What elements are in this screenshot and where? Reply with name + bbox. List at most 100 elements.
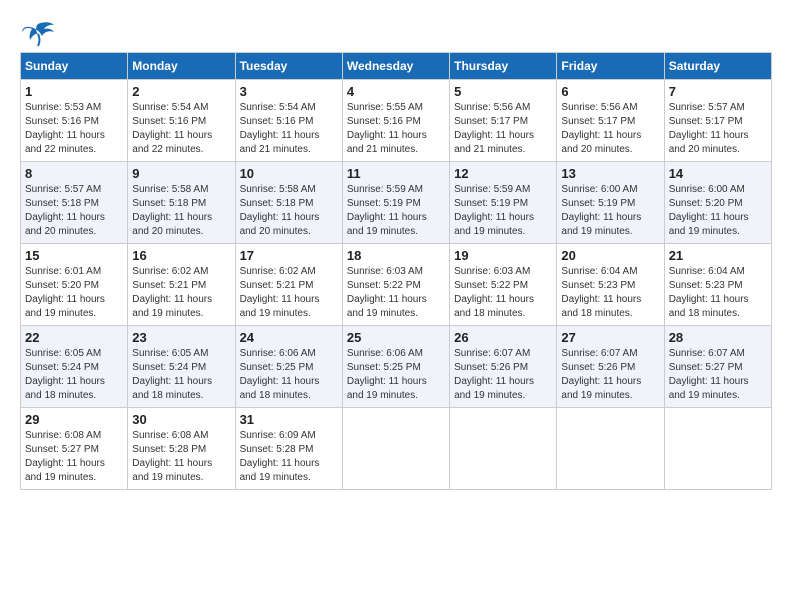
calendar-cell: 4 Sunrise: 5:55 AMSunset: 5:16 PMDaylight…: [342, 80, 449, 162]
day-info: Sunrise: 6:06 AMSunset: 5:25 PMDaylight:…: [240, 347, 338, 403]
day-info: Sunrise: 6:00 AMSunset: 5:20 PMDaylight:…: [669, 183, 767, 239]
calendar-cell: 25 Sunrise: 6:06 AMSunset: 5:25 PMDayligh…: [342, 326, 449, 408]
day-info: Sunrise: 5:58 AMSunset: 5:18 PMDaylight:…: [132, 183, 230, 239]
calendar-cell: 2 Sunrise: 5:54 AMSunset: 5:16 PMDaylight…: [128, 80, 235, 162]
calendar-cell: 30Sunrise: 6:08 AMSunset: 5:28 PMDayligh…: [128, 408, 235, 490]
calendar-cell: 27 Sunrise: 6:07 AMSunset: 5:26 PMDayligh…: [557, 326, 664, 408]
day-info: Sunrise: 6:08 AMSunset: 5:27 PMDaylight:…: [25, 429, 123, 485]
day-info: Sunrise: 5:57 AMSunset: 5:18 PMDaylight:…: [25, 183, 123, 239]
calendar-cell: 1 Sunrise: 5:53 AMSunset: 5:16 PMDaylight…: [21, 80, 128, 162]
day-info: Sunrise: 6:07 AMSunset: 5:27 PMDaylight:…: [669, 347, 767, 403]
day-info: Sunrise: 5:59 AMSunset: 5:19 PMDaylight:…: [454, 183, 552, 239]
calendar-cell: 7 Sunrise: 5:57 AMSunset: 5:17 PMDaylight…: [664, 80, 771, 162]
day-number: 7: [669, 84, 767, 99]
day-number: 12: [454, 166, 552, 181]
day-info: Sunrise: 6:02 AMSunset: 5:21 PMDaylight:…: [132, 265, 230, 321]
day-number: 15: [25, 248, 123, 263]
day-number: 30: [132, 412, 230, 427]
calendar-cell: 6 Sunrise: 5:56 AMSunset: 5:17 PMDaylight…: [557, 80, 664, 162]
day-info: Sunrise: 5:58 AMSunset: 5:18 PMDaylight:…: [240, 183, 338, 239]
day-info: Sunrise: 6:01 AMSunset: 5:20 PMDaylight:…: [25, 265, 123, 321]
day-info: Sunrise: 6:03 AMSunset: 5:22 PMDaylight:…: [347, 265, 445, 321]
calendar-cell: 26 Sunrise: 6:07 AMSunset: 5:26 PMDayligh…: [450, 326, 557, 408]
calendar-cell: 3 Sunrise: 5:54 AMSunset: 5:16 PMDaylight…: [235, 80, 342, 162]
day-header-thursday: Thursday: [450, 53, 557, 80]
calendar-cell: 23 Sunrise: 6:05 AMSunset: 5:24 PMDayligh…: [128, 326, 235, 408]
day-info: Sunrise: 5:55 AMSunset: 5:16 PMDaylight:…: [347, 101, 445, 157]
day-number: 10: [240, 166, 338, 181]
day-info: Sunrise: 6:03 AMSunset: 5:22 PMDaylight:…: [454, 265, 552, 321]
day-number: 9: [132, 166, 230, 181]
calendar-cell: 31 Sunrise: 6:09 AMSunset: 5:28 PMDayligh…: [235, 408, 342, 490]
day-number: 23: [132, 330, 230, 345]
day-number: 25: [347, 330, 445, 345]
day-number: 1: [25, 84, 123, 99]
calendar-cell: 21 Sunrise: 6:04 AMSunset: 5:23 PMDayligh…: [664, 244, 771, 326]
calendar-cell: 10 Sunrise: 5:58 AMSunset: 5:18 PMDayligh…: [235, 162, 342, 244]
logo: [20, 20, 60, 48]
day-number: 29: [25, 412, 123, 427]
calendar-cell: 14Sunrise: 6:00 AMSunset: 5:20 PMDayligh…: [664, 162, 771, 244]
calendar-cell: 28 Sunrise: 6:07 AMSunset: 5:27 PMDayligh…: [664, 326, 771, 408]
calendar-cell: 22 Sunrise: 6:05 AMSunset: 5:24 PMDayligh…: [21, 326, 128, 408]
calendar-cell: 16 Sunrise: 6:02 AMSunset: 5:21 PMDayligh…: [128, 244, 235, 326]
day-header-wednesday: Wednesday: [342, 53, 449, 80]
day-number: 4: [347, 84, 445, 99]
day-number: 21: [669, 248, 767, 263]
calendar-cell: 24 Sunrise: 6:06 AMSunset: 5:25 PMDayligh…: [235, 326, 342, 408]
day-header-friday: Friday: [557, 53, 664, 80]
day-number: 8: [25, 166, 123, 181]
calendar-cell: 15 Sunrise: 6:01 AMSunset: 5:20 PMDayligh…: [21, 244, 128, 326]
calendar-cell: 20 Sunrise: 6:04 AMSunset: 5:23 PMDayligh…: [557, 244, 664, 326]
day-number: 18: [347, 248, 445, 263]
day-number: 2: [132, 84, 230, 99]
day-number: 5: [454, 84, 552, 99]
day-info: Sunrise: 5:57 AMSunset: 5:17 PMDaylight:…: [669, 101, 767, 157]
day-number: 17: [240, 248, 338, 263]
calendar-cell: [450, 408, 557, 490]
day-info: Sunrise: 6:05 AMSunset: 5:24 PMDaylight:…: [132, 347, 230, 403]
day-info: Sunrise: 5:53 AMSunset: 5:16 PMDaylight:…: [25, 101, 123, 157]
day-info: Sunrise: 5:56 AMSunset: 5:17 PMDaylight:…: [454, 101, 552, 157]
calendar-cell: 18 Sunrise: 6:03 AMSunset: 5:22 PMDayligh…: [342, 244, 449, 326]
day-number: 24: [240, 330, 338, 345]
day-header-tuesday: Tuesday: [235, 53, 342, 80]
day-info: Sunrise: 6:02 AMSunset: 5:21 PMDaylight:…: [240, 265, 338, 321]
calendar-cell: 12 Sunrise: 5:59 AMSunset: 5:19 PMDayligh…: [450, 162, 557, 244]
calendar-cell: 13Sunrise: 6:00 AMSunset: 5:19 PMDayligh…: [557, 162, 664, 244]
calendar-cell: [342, 408, 449, 490]
day-number: 31: [240, 412, 338, 427]
calendar-cell: 19 Sunrise: 6:03 AMSunset: 5:22 PMDayligh…: [450, 244, 557, 326]
day-number: 3: [240, 84, 338, 99]
day-info: Sunrise: 6:04 AMSunset: 5:23 PMDaylight:…: [561, 265, 659, 321]
calendar-cell: [557, 408, 664, 490]
day-info: Sunrise: 6:07 AMSunset: 5:26 PMDaylight:…: [454, 347, 552, 403]
day-info: Sunrise: 6:06 AMSunset: 5:25 PMDaylight:…: [347, 347, 445, 403]
calendar-cell: 9 Sunrise: 5:58 AMSunset: 5:18 PMDaylight…: [128, 162, 235, 244]
day-info: Sunrise: 6:07 AMSunset: 5:26 PMDaylight:…: [561, 347, 659, 403]
day-info: Sunrise: 6:04 AMSunset: 5:23 PMDaylight:…: [669, 265, 767, 321]
day-number: 27: [561, 330, 659, 345]
day-header-monday: Monday: [128, 53, 235, 80]
day-number: 20: [561, 248, 659, 263]
day-info: Sunrise: 5:54 AMSunset: 5:16 PMDaylight:…: [240, 101, 338, 157]
day-info: Sunrise: 5:59 AMSunset: 5:19 PMDaylight:…: [347, 183, 445, 239]
day-header-saturday: Saturday: [664, 53, 771, 80]
day-number: 19: [454, 248, 552, 263]
day-info: Sunrise: 5:54 AMSunset: 5:16 PMDaylight:…: [132, 101, 230, 157]
day-number: 11: [347, 166, 445, 181]
day-number: 16: [132, 248, 230, 263]
day-info: Sunrise: 6:09 AMSunset: 5:28 PMDaylight:…: [240, 429, 338, 485]
day-header-sunday: Sunday: [21, 53, 128, 80]
day-number: 26: [454, 330, 552, 345]
day-info: Sunrise: 5:56 AMSunset: 5:17 PMDaylight:…: [561, 101, 659, 157]
day-number: 28: [669, 330, 767, 345]
calendar-cell: 5 Sunrise: 5:56 AMSunset: 5:17 PMDaylight…: [450, 80, 557, 162]
day-number: 6: [561, 84, 659, 99]
calendar-cell: 11 Sunrise: 5:59 AMSunset: 5:19 PMDayligh…: [342, 162, 449, 244]
day-number: 22: [25, 330, 123, 345]
calendar-cell: [664, 408, 771, 490]
day-info: Sunrise: 6:05 AMSunset: 5:24 PMDaylight:…: [25, 347, 123, 403]
calendar-cell: 8 Sunrise: 5:57 AMSunset: 5:18 PMDaylight…: [21, 162, 128, 244]
calendar-table: SundayMondayTuesdayWednesdayThursdayFrid…: [20, 52, 772, 490]
